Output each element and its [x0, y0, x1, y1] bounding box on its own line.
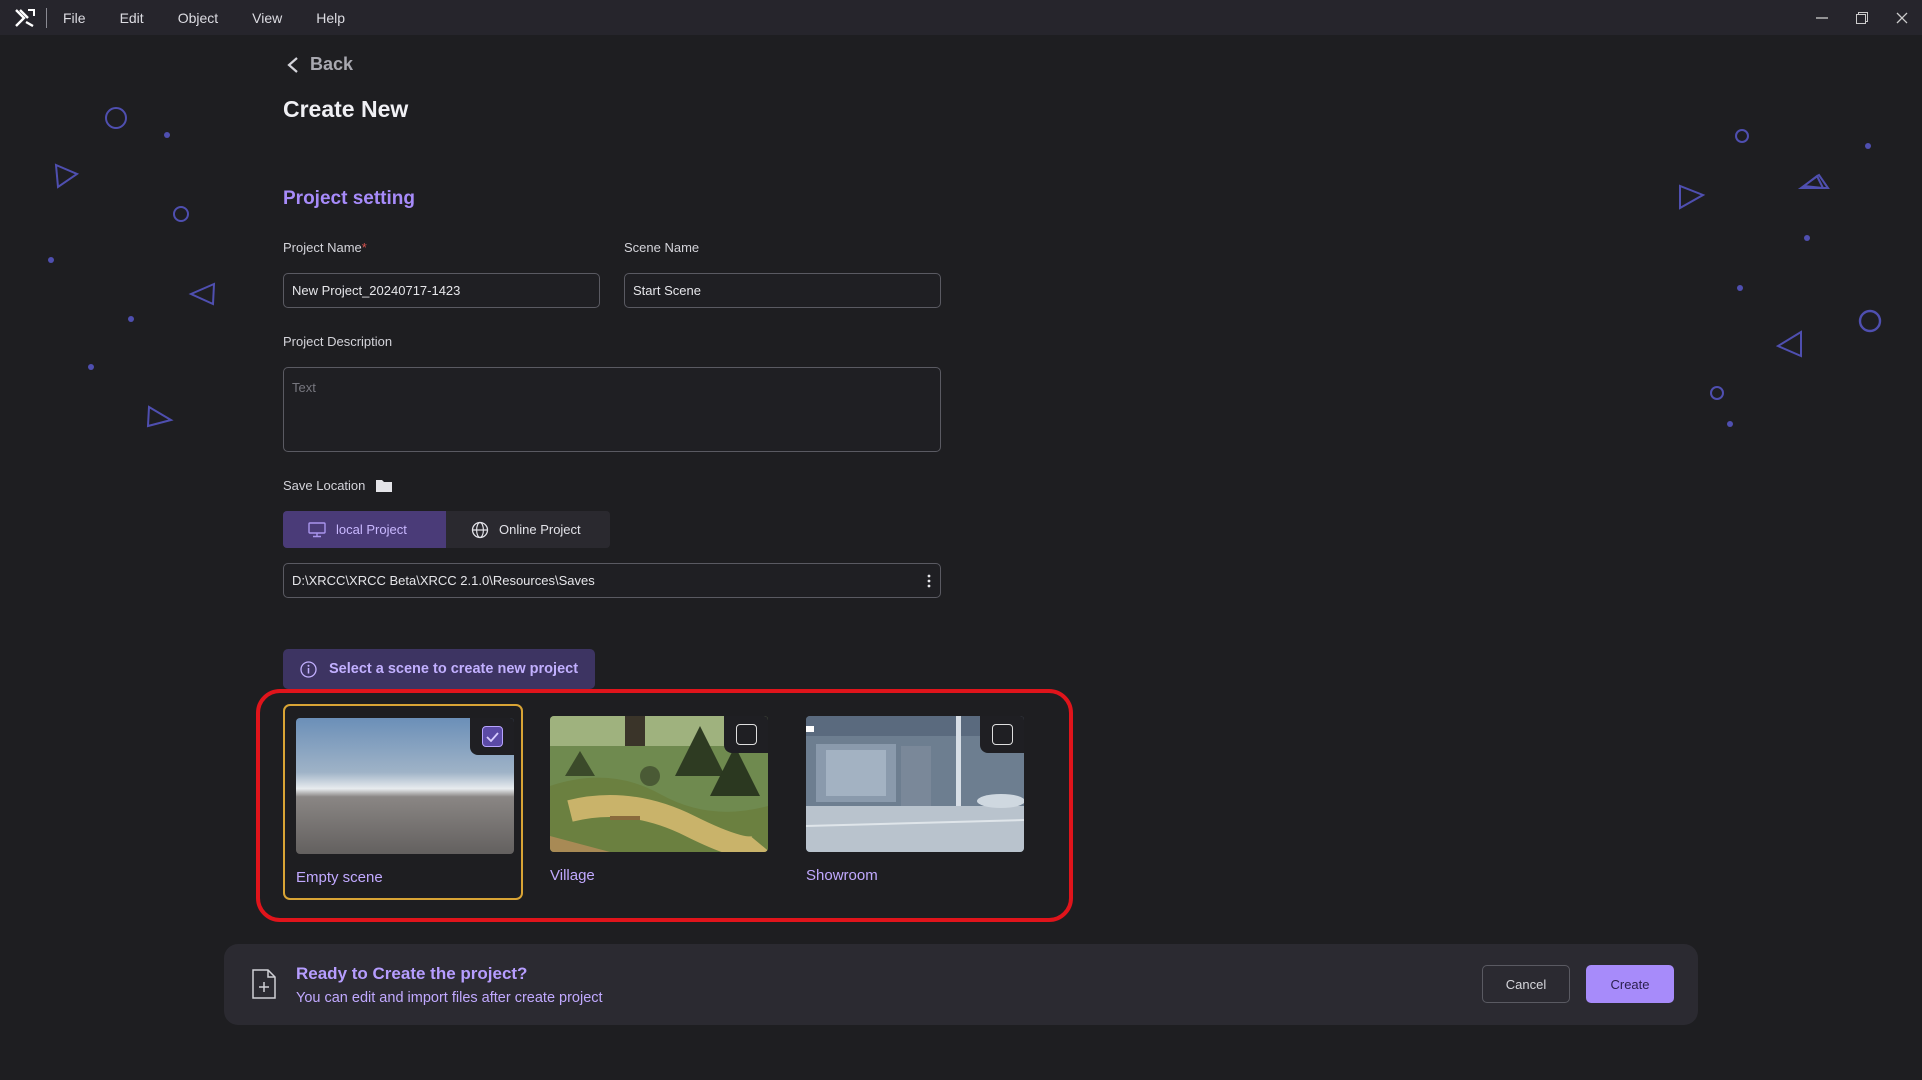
- online-project-label: Online Project: [499, 522, 581, 537]
- menu-file[interactable]: File: [63, 10, 86, 26]
- new-file-icon: [252, 969, 276, 999]
- local-project-label: local Project: [336, 522, 407, 537]
- back-label: Back: [310, 54, 354, 74]
- menu-help[interactable]: Help: [316, 10, 345, 26]
- description-label: Project Description: [283, 334, 393, 349]
- project-type-toggle: local Project Online Project: [283, 511, 610, 548]
- online-project-button[interactable]: Online Project: [446, 511, 610, 548]
- create-footer-bar: Ready to Create the project? You can edi…: [224, 944, 1698, 1025]
- scene-card-empty[interactable]: Empty scene: [283, 704, 523, 900]
- create-button[interactable]: Create: [1586, 965, 1674, 1003]
- scene-card-showroom[interactable]: Showroom: [795, 704, 1035, 900]
- restore-icon[interactable]: [1842, 0, 1882, 35]
- save-location-row: Save Location: [283, 478, 393, 493]
- save-path-value: D:\XRCC\XRCC Beta\XRCC 2.1.0\Resources\S…: [292, 573, 595, 588]
- village-scene-label: Village: [550, 867, 595, 884]
- menu-view[interactable]: View: [252, 10, 282, 26]
- scene-hint-text: Select a scene to create new project: [329, 661, 579, 677]
- checkbox-empty-icon: [735, 724, 757, 745]
- chevron-left-icon: [287, 56, 298, 73]
- more-vertical-icon[interactable]: [926, 573, 932, 589]
- local-project-button[interactable]: local Project: [283, 511, 446, 548]
- scene-hint-banner: Select a scene to create new project: [283, 649, 595, 689]
- showroom-scene-thumbnail: [806, 716, 1024, 852]
- project-name-label: Project Name*: [283, 240, 367, 255]
- project-name-label-text: Project Name: [283, 240, 362, 255]
- required-mark: *: [361, 240, 367, 255]
- menu-object[interactable]: Object: [178, 10, 218, 26]
- back-button[interactable]: Back: [286, 54, 353, 75]
- project-name-value: New Project_20240717-1423: [292, 283, 461, 298]
- footer-title: Ready to Create the project?: [296, 964, 528, 983]
- page-title: Create New: [283, 96, 409, 122]
- folder-icon[interactable]: [375, 478, 393, 493]
- globe-icon: [471, 521, 489, 538]
- checkbox-empty-icon: [991, 724, 1013, 745]
- empty-scene-thumbnail: [296, 718, 514, 854]
- empty-scene-label: Empty scene: [296, 869, 383, 886]
- description-placeholder: Text: [292, 380, 316, 395]
- showroom-scene-checkbox[interactable]: [980, 716, 1024, 753]
- scene-name-value: Start Scene: [633, 283, 701, 298]
- footer-subtitle: You can edit and import files after crea…: [296, 990, 603, 1006]
- menu-bar: File Edit Object View Help: [0, 0, 1922, 35]
- app-logo-icon[interactable]: [14, 7, 36, 29]
- scene-name-input[interactable]: Start Scene: [624, 273, 941, 308]
- check-icon: [481, 726, 503, 747]
- village-scene-thumbnail: [550, 716, 768, 852]
- menu-separator: [46, 7, 47, 28]
- save-path-input[interactable]: D:\XRCC\XRCC Beta\XRCC 2.1.0\Resources\S…: [283, 563, 941, 598]
- background-decoration-right: [1679, 129, 1882, 427]
- empty-scene-checkbox[interactable]: [470, 718, 514, 755]
- showroom-scene-label: Showroom: [806, 867, 878, 884]
- cancel-button[interactable]: Cancel: [1482, 965, 1570, 1003]
- close-icon[interactable]: [1882, 0, 1922, 35]
- section-title: Project setting: [283, 188, 415, 209]
- village-scene-checkbox[interactable]: [724, 716, 768, 753]
- description-textarea[interactable]: Text: [283, 367, 941, 452]
- save-location-label: Save Location: [283, 478, 366, 493]
- menu-edit[interactable]: Edit: [120, 10, 144, 26]
- info-icon: [300, 660, 317, 678]
- scene-name-label: Scene Name: [624, 240, 700, 255]
- scene-card-village[interactable]: Village: [539, 704, 779, 900]
- project-name-input[interactable]: New Project_20240717-1423: [283, 273, 600, 308]
- monitor-icon: [308, 521, 326, 537]
- minimize-icon[interactable]: [1802, 0, 1842, 35]
- background-decoration-left: [48, 107, 216, 428]
